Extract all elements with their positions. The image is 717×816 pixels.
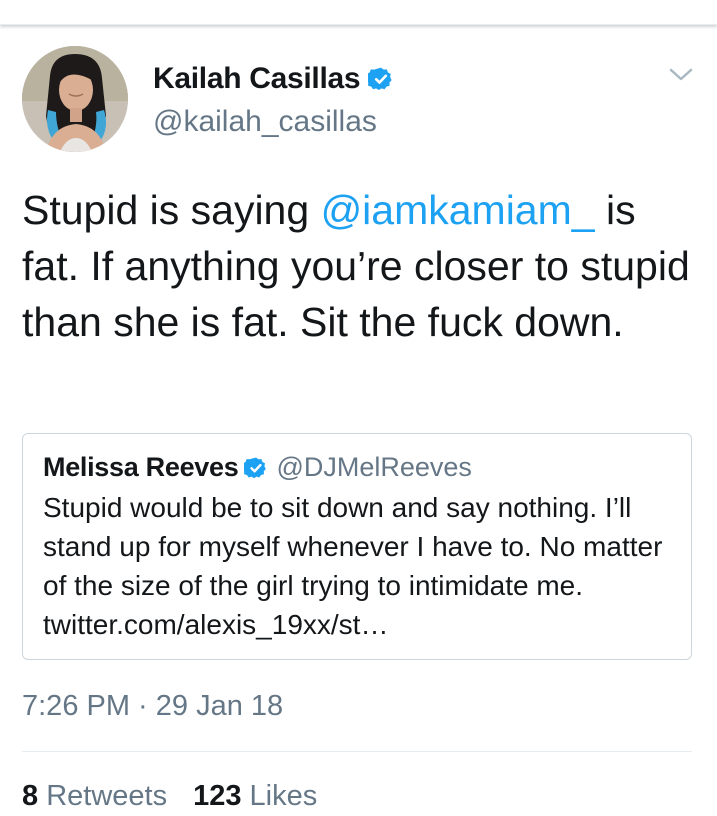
likes-label: Likes <box>249 780 318 812</box>
author-display-name[interactable]: Kailah Casillas <box>153 62 361 96</box>
avatar[interactable] <box>22 46 128 152</box>
divider <box>22 751 692 752</box>
tweet-text-part: Stupid is saying <box>22 187 321 233</box>
retweets-stat[interactable]: 8 Retweets <box>22 780 167 813</box>
verified-badge-icon <box>242 456 268 480</box>
tweet-timestamp[interactable]: 7:26 PM · 29 Jan 18 <box>22 690 283 723</box>
tweet-text: Stupid is saying @iamkamiam_ is fat. If … <box>22 182 702 350</box>
retweets-label: Retweets <box>46 780 168 812</box>
quoted-tweet-header: Melissa Reeves @DJMelReeves <box>43 452 472 483</box>
mention-link[interactable]: @iamkamiam_ <box>321 187 595 233</box>
tweet-stats: 8 Retweets 123 Likes <box>22 780 317 813</box>
author-name-row[interactable]: Kailah Casillas <box>153 62 394 96</box>
top-bar <box>0 0 717 25</box>
likes-count: 123 <box>193 780 242 812</box>
author-handle[interactable]: @kailah_casillas <box>153 105 377 139</box>
quoted-author-handle: @DJMelReeves <box>276 452 472 482</box>
likes-stat[interactable]: 123 Likes <box>193 780 317 813</box>
quoted-author-name: Melissa Reeves <box>43 452 239 482</box>
quoted-tweet-card[interactable]: Melissa Reeves @DJMelReeves Stupid would… <box>22 433 692 660</box>
verified-badge-icon <box>366 66 394 92</box>
quoted-tweet-text: Stupid would be to sit down and say noth… <box>43 492 663 640</box>
chevron-down-icon[interactable] <box>667 62 695 86</box>
retweets-count: 8 <box>22 780 39 812</box>
